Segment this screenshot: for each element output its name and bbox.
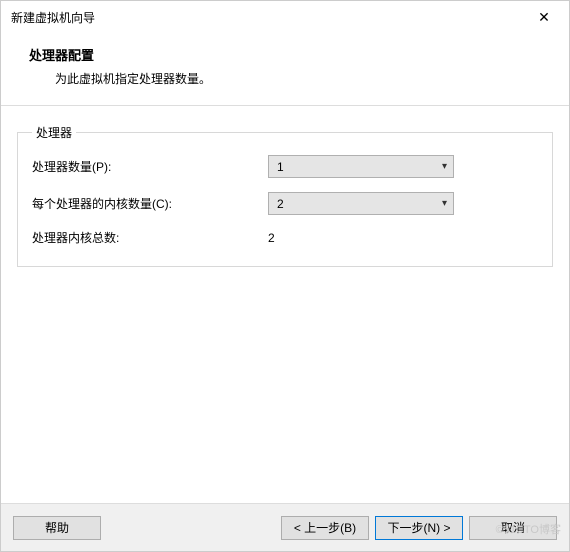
cores-per-value: 2 [277, 197, 284, 211]
group-legend: 处理器 [32, 124, 76, 141]
cores-per-label: 每个处理器的内核数量(C): [32, 195, 268, 212]
total-cores-label: 处理器内核总数: [32, 229, 268, 246]
chevron-down-icon: ▾ [442, 161, 447, 172]
window-title: 新建虚拟机向导 [11, 9, 95, 26]
close-icon[interactable]: ✕ [529, 9, 559, 26]
back-button[interactable]: < 上一步(B) [281, 516, 369, 540]
help-button[interactable]: 帮助 [13, 516, 101, 540]
processor-group: 处理器 处理器数量(P): 1 ▾ 每个处理器的内核数量(C): 2 ▾ 处理器… [17, 124, 553, 267]
footer: 帮助 < 上一步(B) 下一步(N) > 取消 [1, 503, 569, 551]
next-button[interactable]: 下一步(N) > [375, 516, 463, 540]
page-title: 处理器配置 [29, 45, 541, 64]
cancel-button[interactable]: 取消 [469, 516, 557, 540]
proc-count-value: 1 [277, 160, 284, 174]
proc-count-label: 处理器数量(P): [32, 158, 268, 175]
cores-per-select[interactable]: 2 ▾ [268, 192, 454, 215]
total-cores-value: 2 [268, 231, 458, 245]
chevron-down-icon: ▾ [442, 198, 447, 209]
proc-count-select[interactable]: 1 ▾ [268, 155, 454, 178]
page-subtitle: 为此虚拟机指定处理器数量。 [29, 70, 541, 87]
